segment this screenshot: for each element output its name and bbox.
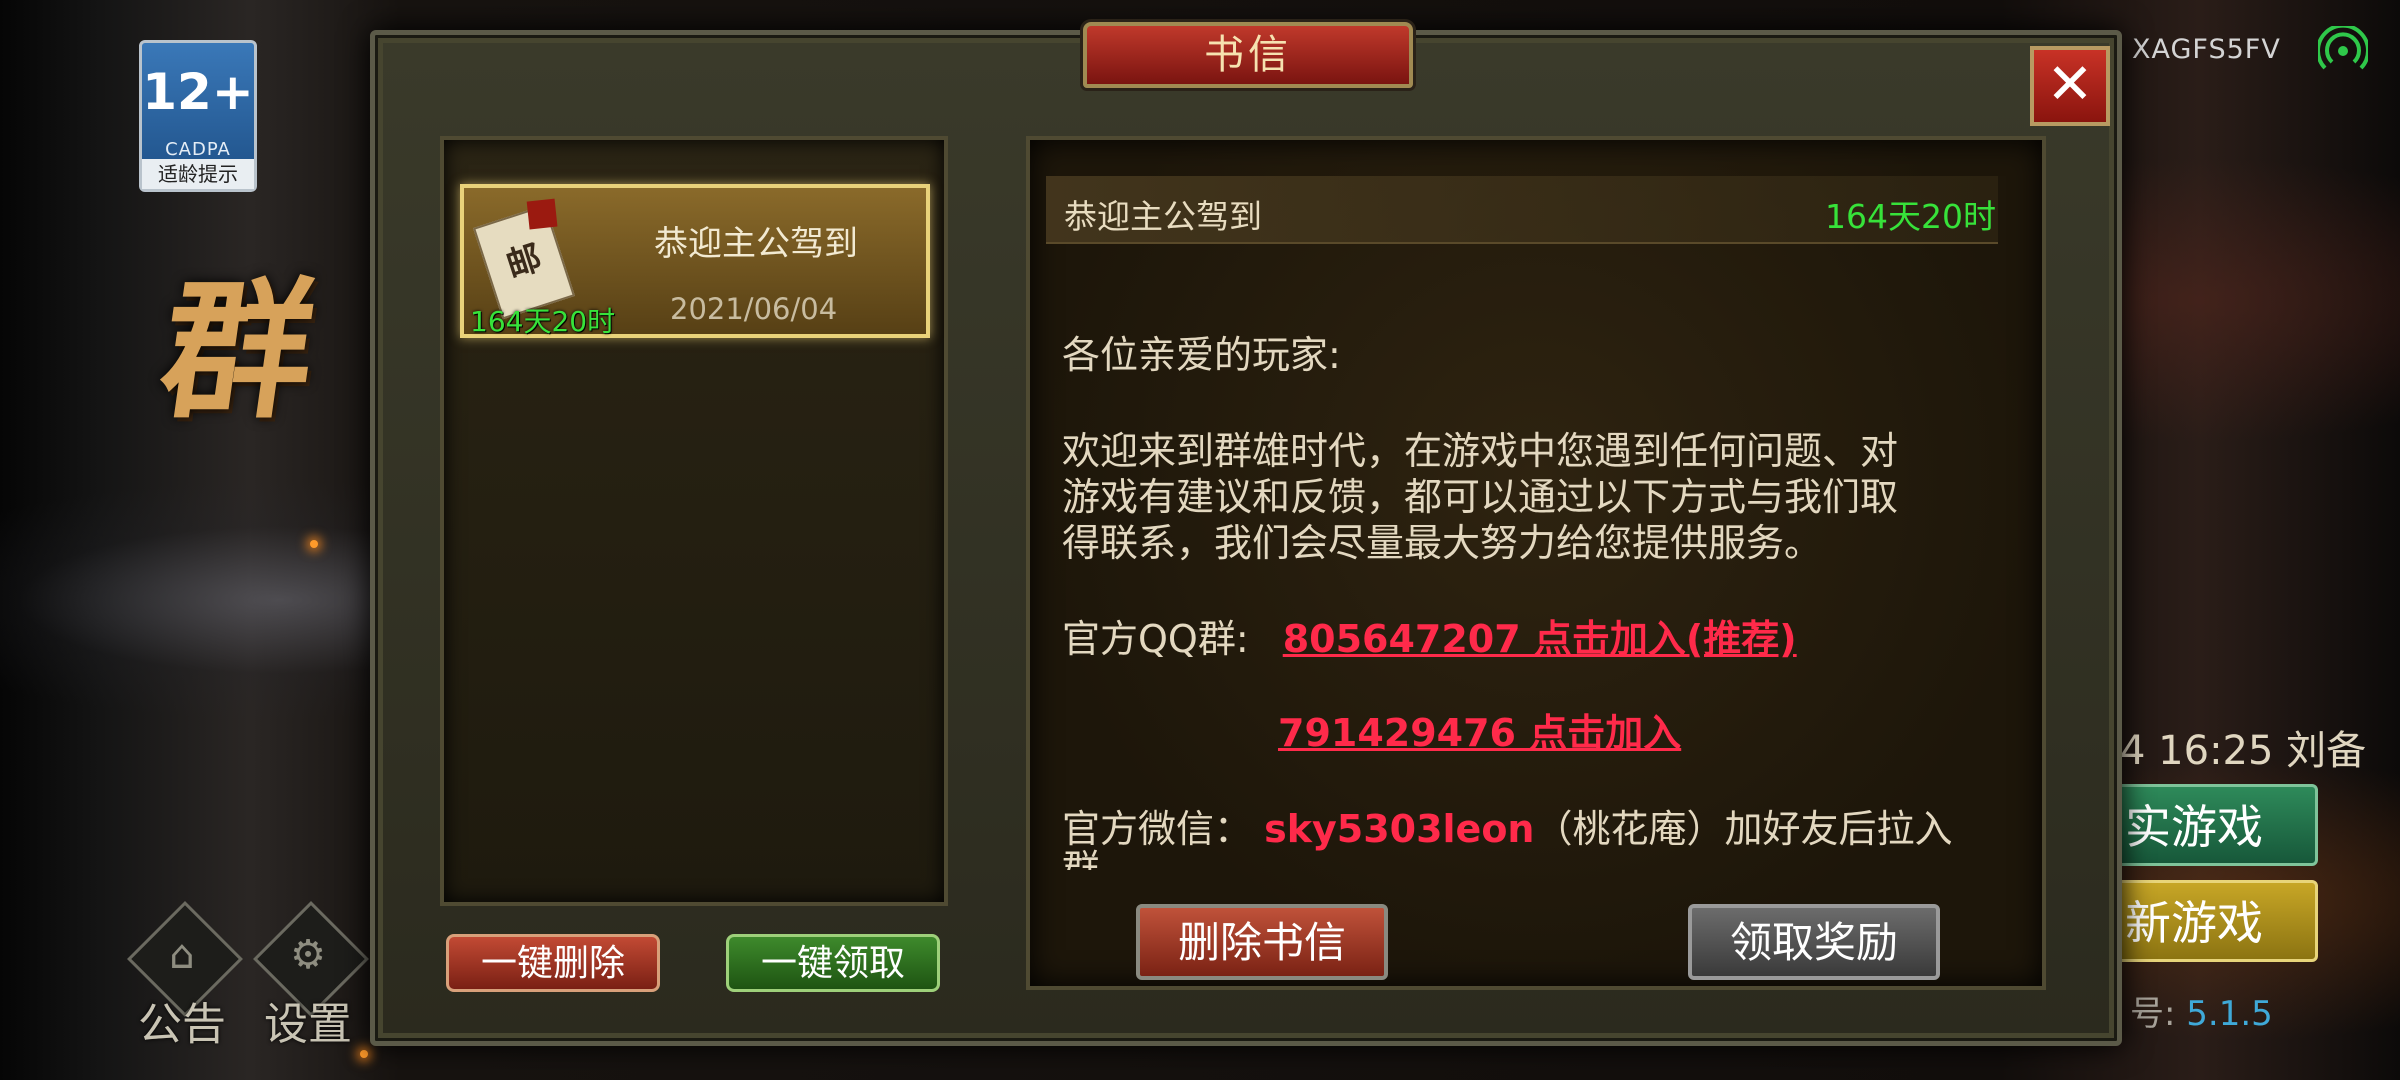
age-rating-org: CADPA bbox=[165, 139, 231, 160]
qq-group-label: 官方QQ群: bbox=[1062, 617, 1249, 661]
version-label: 号: bbox=[2130, 994, 2176, 1034]
mail-greeting: 各位亲爱的玩家: bbox=[1062, 333, 1341, 377]
mail-paragraph-line: 得联系，我们会尽量最大努力给您提供服务。 bbox=[1062, 521, 1823, 565]
background-server-time: 4 16:25 刘备 bbox=[2120, 728, 2367, 774]
ember-particle bbox=[310, 540, 318, 548]
age-rating-tip: 适龄提示 bbox=[142, 159, 254, 189]
announcement-label: 公告 bbox=[138, 999, 226, 1050]
mail-item-title: 恭迎主公驾到 bbox=[654, 224, 858, 264]
claim-reward-button[interactable]: 领取奖励 bbox=[1688, 904, 1940, 980]
mail-item-remaining-time: 164天20时 bbox=[470, 305, 616, 338]
close-button[interactable]: ✕ bbox=[2030, 46, 2110, 126]
mail-list-item[interactable]: 邮 恭迎主公驾到 2021/06/04 164天20时 bbox=[460, 184, 930, 338]
version-info: 号: 5.1.5 bbox=[2130, 986, 2273, 1035]
signal-icon bbox=[2318, 26, 2368, 70]
age-rating-badge[interactable]: 12+ CADPA 适龄提示 bbox=[139, 40, 257, 192]
mail-item-date: 2021/06/04 bbox=[670, 292, 838, 326]
settings-label: 设置 bbox=[264, 999, 352, 1050]
mail-remaining-time: 164天20时 bbox=[1825, 197, 1996, 236]
age-rating: 12+ bbox=[142, 63, 254, 121]
qq-group-link-recommended[interactable]: 805647207 点击加入(推荐) bbox=[1283, 617, 1797, 661]
mail-subject: 恭迎主公驾到 bbox=[1064, 197, 1262, 236]
mail-content-header: 恭迎主公驾到 164天20时 bbox=[1046, 176, 1998, 244]
claim-all-button[interactable]: 一键领取 bbox=[726, 934, 940, 992]
background-new-game-button[interactable]: 新游戏 bbox=[2100, 880, 2318, 962]
delete-mail-button[interactable]: 删除书信 bbox=[1136, 904, 1388, 980]
qq-group-row-2: 791429476 点击加入 bbox=[1278, 710, 1681, 756]
mail-paragraph-line: 欢迎来到群雄时代，在游戏中您遇到任何问题、对 bbox=[1062, 429, 1899, 473]
announcement-button[interactable]: ⌂ 公告 bbox=[126, 901, 243, 1050]
settings-button[interactable]: ⚙ 设置 bbox=[252, 901, 369, 1050]
mail-body-cutoff-line: 群 bbox=[1062, 847, 1101, 870]
background-game-title: 群 bbox=[150, 263, 326, 439]
qq-group-link-2[interactable]: 791429476 点击加入 bbox=[1278, 711, 1681, 755]
mail-paragraph-line: 游戏有建议和反馈，都可以通过以下方式与我们取 bbox=[1062, 475, 1899, 519]
wechat-label: 官方微信： bbox=[1062, 807, 1253, 851]
dialog-title: 书信 bbox=[1083, 22, 1413, 88]
background-enter-game-button[interactable]: 实游戏 bbox=[2100, 784, 2318, 866]
wechat-id[interactable]: sky5303leon bbox=[1264, 807, 1534, 851]
version-number: 5.1.5 bbox=[2186, 994, 2273, 1034]
wechat-note: （桃花庵）加好友后拉入 bbox=[1534, 807, 1953, 851]
device-id: XAGFS5FV bbox=[2132, 34, 2281, 65]
delete-all-button[interactable]: 一键删除 bbox=[446, 934, 660, 992]
qq-group-row: 官方QQ群: 805647207 点击加入(推荐) bbox=[1062, 616, 1797, 662]
